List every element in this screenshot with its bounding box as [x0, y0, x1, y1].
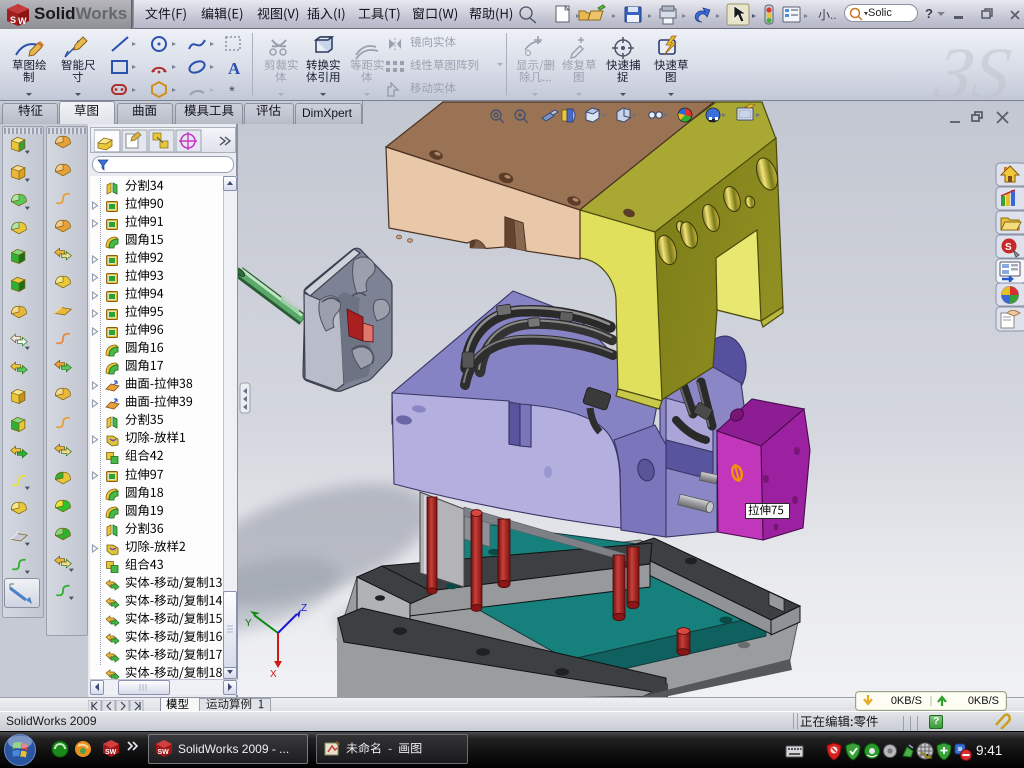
- svg-text:小..: 小..: [818, 8, 837, 22]
- svg-text:SW: SW: [105, 749, 117, 756]
- svg-text:*: *: [229, 83, 235, 100]
- svg-text:Z: Z: [301, 603, 307, 614]
- svg-text:X: X: [270, 669, 277, 680]
- svg-text:S: S: [10, 15, 16, 25]
- svg-text:W: W: [18, 16, 27, 26]
- svg-text:9:41: 9:41: [976, 743, 1002, 758]
- svg-text:Y: Y: [245, 618, 252, 629]
- svg-text:A: A: [228, 59, 241, 78]
- svg-text:S: S: [1005, 242, 1012, 253]
- svg-text:SW: SW: [158, 749, 170, 756]
